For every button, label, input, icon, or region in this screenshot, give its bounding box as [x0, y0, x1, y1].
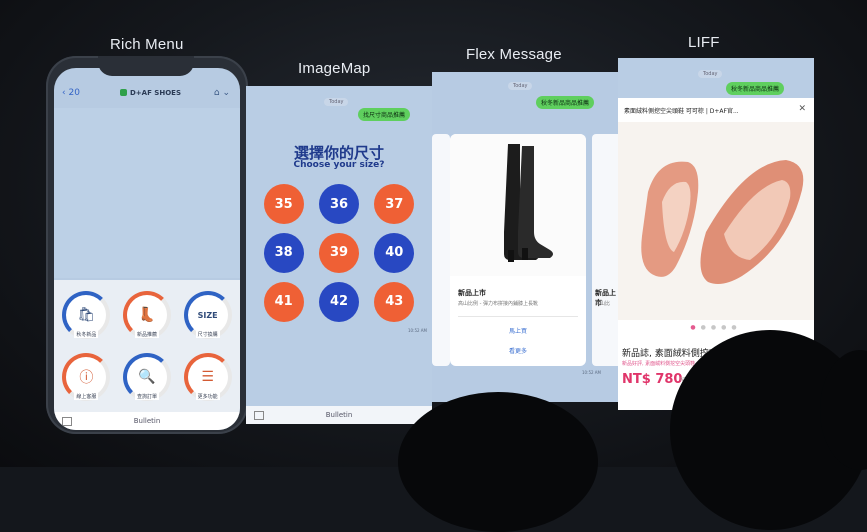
chevron-down-icon[interactable]: ⌄ [222, 88, 230, 98]
product-price: NT$ 780 [622, 372, 683, 387]
size-option[interactable]: 40 [374, 232, 415, 273]
buy-now-button[interactable]: 馬上買 [450, 326, 586, 335]
user-message-bubble: 找尺寸商品推薦 [358, 108, 411, 121]
imagemap-heading: ImageMap [298, 60, 371, 77]
rich-menu-screen: ‹ 20 D+AF SHOES ⌂ ⌄ 🛍 秋冬新品 👢 新品推薦 SIZE 尺… [54, 68, 240, 430]
keyboard-icon[interactable] [254, 411, 264, 420]
bulletin-label: Bulletin [133, 417, 161, 425]
order-search-icon: 🔍 [138, 369, 156, 385]
date-chip: Today [508, 82, 533, 90]
date-chip: Today [324, 98, 349, 106]
card-title: 新品上市 [458, 289, 486, 297]
size-option[interactable]: 38 [263, 232, 304, 273]
rich-menu-item-orders[interactable]: 🔍 查詢訂單 [119, 348, 176, 406]
rich-menu-item-label: 線上客服 [74, 393, 99, 400]
size-option[interactable]: 39 [318, 232, 359, 273]
size-option[interactable]: 42 [318, 281, 359, 322]
phone-notch [98, 56, 194, 76]
rich-menu-item-recommend[interactable]: 👢 新品推薦 [119, 286, 176, 344]
see-more-button[interactable]: 看更多 [450, 346, 586, 355]
chat-header: ‹ 20 D+AF SHOES ⌂ ⌄ [54, 82, 240, 108]
carousel-next-card[interactable]: 新品上市 高山比 [592, 134, 618, 366]
keyboard-icon[interactable] [62, 417, 72, 426]
size-option[interactable]: 37 [374, 184, 415, 225]
image-pagination[interactable]: ●●●●● [618, 324, 814, 331]
verified-shield-icon [120, 89, 127, 96]
rich-menu-item-label: 更多功能 [195, 393, 220, 400]
flex-message-heading: Flex Message [466, 46, 562, 63]
rich-menu-item-label: 秋冬新品 [74, 331, 99, 338]
close-icon[interactable]: ✕ [798, 104, 806, 114]
back-button[interactable]: ‹ 20 [62, 88, 80, 98]
rich-menu-panel: 🛍 秋冬新品 👢 新品推薦 SIZE 尺寸換購 ⓘ 線上客服 🔍 查詢訂單 ☰ … [54, 280, 240, 412]
imagemap-screen: Today 找尺寸商品推薦 選擇你的尺寸 Choose your size? 3… [246, 86, 432, 424]
rich-menu-heading: Rich Menu [110, 36, 184, 53]
imagemap-subtitle: Choose your size? [293, 160, 385, 170]
flat-shoes-graphic [641, 160, 804, 284]
card-description: 高山比 [595, 301, 611, 307]
chat-area [54, 108, 240, 278]
rich-menu-item-more[interactable]: ☰ 更多功能 [179, 348, 236, 406]
boot-icon: 👢 [138, 307, 156, 323]
rich-menu-phone: ‹ 20 D+AF SHOES ⌂ ⌄ 🛍 秋冬新品 👢 新品推薦 SIZE 尺… [46, 56, 248, 434]
boot-image [450, 134, 586, 276]
rich-menu-item-label: 查詢訂單 [134, 393, 159, 400]
divider [458, 316, 578, 317]
boot-graphic [504, 144, 553, 262]
size-option[interactable]: 43 [374, 281, 415, 322]
bottom-bar[interactable]: Bulletin [246, 406, 432, 424]
product-image [618, 122, 814, 320]
chat-title: D+AF SHOES [120, 89, 181, 97]
product-card: 新品上市 高山比例 - 彈力布拼接內鋪膝上長靴 馬上買 看更多 [450, 134, 586, 366]
rich-menu-item-label: 新品推薦 [134, 331, 159, 338]
size-option[interactable]: 41 [263, 281, 304, 322]
product-description: 新品好評, 素面絨料側挖空尖頭鞋 [622, 361, 696, 367]
size-grid: 35 36 37 38 39 40 41 42 43 [256, 180, 422, 326]
info-icon: ⓘ [79, 370, 94, 386]
user-message-bubble: 秋冬新品商品推薦 [536, 96, 595, 109]
size-option[interactable]: 35 [263, 184, 304, 225]
liff-heading: LIFF [688, 34, 720, 51]
card-description: 高山比例 - 彈力布拼接內鋪膝上長靴 [458, 301, 538, 307]
header-icons: ⌂ ⌄ [214, 88, 230, 98]
rich-menu-item-label: 尺寸換購 [195, 331, 220, 338]
back-count: 20 [68, 88, 80, 98]
shopping-bag-icon: 🛍 [77, 307, 96, 323]
date-chip: Today [698, 70, 723, 78]
message-time: 10:52 AM [408, 328, 427, 333]
liff-page-title: 素面絨料側挖空尖頭鞋 可可棕 | D+AF官... [624, 108, 739, 115]
presentation-slide: Rich Menu ImageMap Flex Message LIFF ‹ 2… [0, 0, 867, 532]
size-option[interactable]: 36 [318, 184, 359, 225]
audience-head [398, 392, 598, 532]
list-icon: ☰ [201, 369, 214, 385]
carousel-prev-card[interactable] [432, 134, 450, 366]
user-message-bubble: 秋冬新品商品推薦 [726, 82, 785, 95]
rich-menu-item-new[interactable]: 🛍 秋冬新品 [58, 286, 115, 344]
rich-menu-item-service[interactable]: ⓘ 線上客服 [58, 348, 115, 406]
message-time: 10:52 AM [582, 370, 601, 375]
flex-message-screen: Today 秋冬新品商品推薦 新品上市 高山比例 - 彈力布拼接內鋪膝上長靴 馬… [432, 72, 618, 402]
size-icon: SIZE [197, 310, 218, 320]
bulletin-label: Bulletin [325, 411, 353, 419]
bottom-bar[interactable]: Bulletin [54, 412, 240, 430]
rich-menu-item-size[interactable]: SIZE 尺寸換購 [179, 286, 236, 344]
home-icon[interactable]: ⌂ [214, 88, 220, 98]
